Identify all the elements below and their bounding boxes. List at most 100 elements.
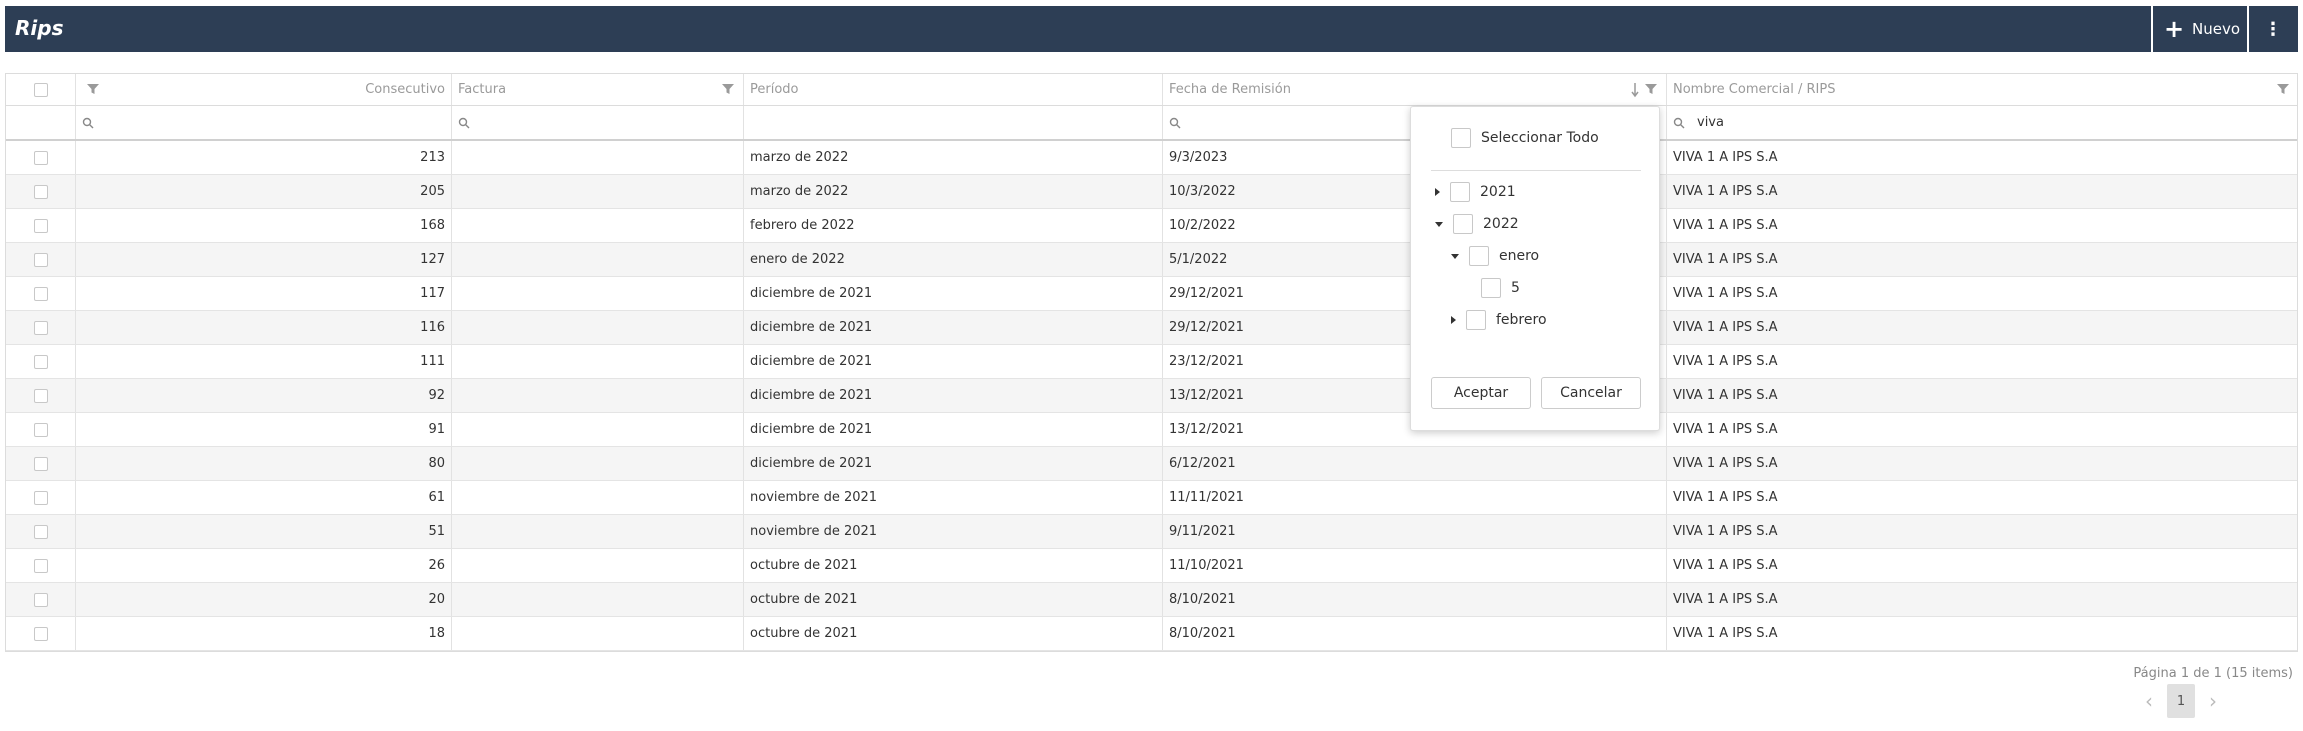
table-row[interactable]: 80 diciembre de 2021 6/12/2021 VIVA 1 A IPS… (6, 447, 2297, 481)
collapse-arrow-icon[interactable] (1451, 253, 1459, 259)
node-label: 2021 (1480, 184, 1516, 200)
tree-node-2021[interactable]: 2021 (1435, 182, 1516, 202)
row-checkbox[interactable] (33, 490, 48, 505)
filter-icon[interactable] (721, 82, 735, 96)
cell-consecutivo: 127 (76, 243, 452, 276)
row-checkbox[interactable] (33, 626, 48, 641)
row-select-cell (6, 447, 76, 480)
prev-page-icon[interactable]: ‹ (2145, 689, 2153, 713)
cell-factura (452, 141, 744, 174)
row-checkbox[interactable] (33, 592, 48, 607)
row-checkbox[interactable] (33, 388, 48, 403)
filter-nombre-value: viva (1697, 115, 1724, 130)
cell-periodo: octubre de 2021 (744, 583, 1163, 616)
cell-factura (452, 481, 744, 514)
page-button-1[interactable]: 1 (2167, 684, 2195, 718)
column-header-factura[interactable]: Factura (452, 74, 744, 105)
toolbar-divider (2247, 6, 2249, 52)
table-row[interactable]: 116 diciembre de 2021 29/12/2021 VIVA 1 A I… (6, 311, 2297, 345)
filter-periodo[interactable] (744, 106, 1163, 139)
cancel-button[interactable]: Cancelar (1541, 377, 1641, 409)
row-checkbox[interactable] (33, 524, 48, 539)
next-page-icon[interactable]: › (2209, 689, 2217, 713)
new-button[interactable]: + Nuevo (2159, 12, 2245, 46)
table-row[interactable]: 20 octubre de 2021 8/10/2021 VIVA 1 A IPS S… (6, 583, 2297, 617)
column-header-nombre[interactable]: Nombre Comercial / RIPS (1667, 74, 2298, 105)
cell-periodo: noviembre de 2021 (744, 515, 1163, 548)
row-select-cell (6, 583, 76, 616)
sort-descending-icon[interactable] (1630, 82, 1640, 98)
cell-nombre: VIVA 1 A IPS S.A (1673, 252, 1778, 267)
cell-periodo: diciembre de 2021 (744, 277, 1163, 310)
filter-factura[interactable] (452, 106, 744, 139)
table-row[interactable]: 51 noviembre de 2021 9/11/2021 VIVA 1 A IPS… (6, 515, 2297, 549)
select-all-option[interactable]: Seleccionar Todo (1451, 128, 1599, 148)
cell-periodo: marzo de 2022 (744, 141, 1163, 174)
row-checkbox[interactable] (33, 286, 48, 301)
row-checkbox[interactable] (33, 558, 48, 573)
cell-factura (452, 175, 744, 208)
row-checkbox[interactable] (33, 150, 48, 165)
table-row[interactable]: 18 octubre de 2021 8/10/2021 VIVA 1 A IPS S… (6, 617, 2297, 651)
tree-node-febrero[interactable]: febrero (1451, 310, 1547, 330)
cell-nombre: VIVA 1 A IPS S.A (1673, 592, 1778, 607)
cell-factura (452, 617, 744, 650)
row-checkbox[interactable] (33, 422, 48, 437)
cell-factura (452, 413, 744, 446)
cell-nombre: VIVA 1 A IPS S.A (1673, 320, 1778, 335)
table-row[interactable]: 91 diciembre de 2021 13/12/2021 VIVA 1 A IP… (6, 413, 2297, 447)
row-checkbox[interactable] (33, 456, 48, 471)
filter-nombre[interactable]: viva (1667, 106, 2298, 139)
filter-consecutivo[interactable] (76, 106, 452, 139)
table-row[interactable]: 26 octubre de 2021 11/10/2021 VIVA 1 A IPS … (6, 549, 2297, 583)
select-all-checkbox[interactable] (33, 82, 48, 97)
node-checkbox[interactable] (1481, 278, 1501, 298)
collapse-arrow-icon[interactable] (1435, 221, 1443, 227)
column-header-fecha-remision[interactable]: Fecha de Remisión (1163, 74, 1667, 105)
row-checkbox[interactable] (33, 320, 48, 335)
node-checkbox[interactable] (1450, 182, 1470, 202)
table-row[interactable]: 127 enero de 2022 5/1/2022 VIVA 1 A IPS S.A (6, 243, 2297, 277)
cell-factura (452, 345, 744, 378)
row-checkbox[interactable] (33, 218, 48, 233)
cell-nombre: VIVA 1 A IPS S.A (1673, 184, 1778, 199)
tree-node-2022[interactable]: 2022 (1435, 214, 1519, 234)
table-row[interactable]: 205 marzo de 2022 10/3/2022 VIVA 1 A IPS S.… (6, 175, 2297, 209)
more-options-button[interactable]: ⋮ (2253, 12, 2293, 46)
node-checkbox[interactable] (1469, 246, 1489, 266)
row-checkbox[interactable] (33, 252, 48, 267)
row-checkbox[interactable] (33, 184, 48, 199)
column-header-consecutivo[interactable]: Consecutivo (76, 74, 452, 105)
select-all-checkbox[interactable] (1451, 128, 1471, 148)
search-icon (1673, 117, 1685, 128)
pager-info: Página 1 de 1 (15 items) (2133, 666, 2293, 681)
filter-icon[interactable] (2276, 82, 2290, 96)
tree-node-day-5[interactable]: 5 (1481, 278, 1520, 298)
toolbar-divider (2151, 6, 2153, 52)
table-row[interactable]: 168 febrero de 2022 10/2/2022 VIVA 1 A IPS … (6, 209, 2297, 243)
select-all-cell (6, 74, 76, 105)
table-row[interactable]: 213 marzo de 2022 9/3/2023 VIVA 1 A IPS S.A (6, 141, 2297, 175)
node-checkbox[interactable] (1466, 310, 1486, 330)
column-label: Fecha de Remisión (1169, 82, 1291, 97)
filter-icon[interactable] (86, 82, 100, 96)
cell-fecha-remision: 8/10/2021 (1163, 583, 1667, 616)
tree-node-enero[interactable]: enero (1451, 246, 1539, 266)
expand-arrow-icon[interactable] (1451, 316, 1456, 324)
table-row[interactable]: 117 diciembre de 2021 29/12/2021 VIVA 1 A I… (6, 277, 2297, 311)
expand-arrow-icon[interactable] (1435, 188, 1440, 196)
node-label: febrero (1496, 312, 1547, 328)
node-label: enero (1499, 248, 1540, 264)
filter-icon[interactable] (1644, 82, 1658, 96)
column-header-periodo[interactable]: Período (744, 74, 1163, 105)
cell-nombre: VIVA 1 A IPS S.A (1673, 626, 1778, 641)
table-row[interactable]: 111 diciembre de 2021 23/12/2021 VIVA 1 A I… (6, 345, 2297, 379)
search-icon (1169, 117, 1181, 128)
accept-button[interactable]: Aceptar (1431, 377, 1531, 409)
node-checkbox[interactable] (1453, 214, 1473, 234)
cell-periodo: enero de 2022 (744, 243, 1163, 276)
row-checkbox[interactable] (33, 354, 48, 369)
table-row[interactable]: 61 noviembre de 2021 11/11/2021 VIVA 1 A IP… (6, 481, 2297, 515)
row-select-cell (6, 243, 76, 276)
table-row[interactable]: 92 diciembre de 2021 13/12/2021 VIVA 1 A IP… (6, 379, 2297, 413)
